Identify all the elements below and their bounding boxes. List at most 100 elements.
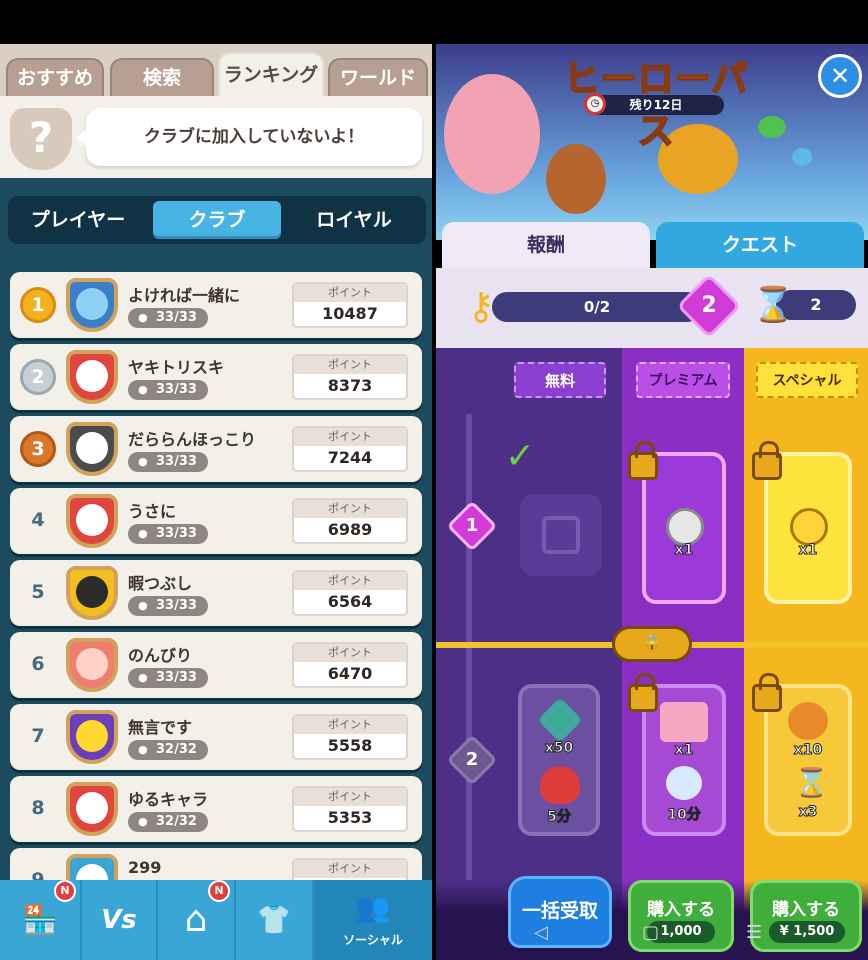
nav-versus[interactable]: Vs <box>82 880 158 960</box>
free-reward-qty: 5分 <box>547 809 572 826</box>
points-box: ポイント 8373 <box>292 354 408 400</box>
points-label: ポイント <box>294 572 406 590</box>
claim-all-button[interactable]: 一括受取 <box>508 876 612 948</box>
club-name: 無言です <box>128 718 193 737</box>
tab-quests[interactable]: クエスト <box>656 222 864 272</box>
points-value: 10487 <box>322 304 378 323</box>
lock-icon: 🔒 <box>642 633 662 652</box>
stopwatch-icon <box>666 508 704 546</box>
member-count: 33/33 <box>128 596 208 616</box>
member-count: 33/33 <box>128 380 208 400</box>
buy-special-button[interactable]: 購入する ¥ 1,500 <box>750 880 862 952</box>
ranking-row[interactable]: 7 無言です 32/32 ポイント 5558 <box>10 704 422 770</box>
club-name: 暇つぶし <box>128 574 193 593</box>
pass-tab-bar: 報酬 クエスト <box>436 222 868 272</box>
points-label: ポイント <box>294 428 406 446</box>
points-box: ポイント 7244 <box>292 426 408 472</box>
points-label: ポイント <box>294 860 406 878</box>
system-back-icon[interactable]: ◁ <box>534 922 548 943</box>
ranking-row[interactable]: 2 ヤキトリスキ 33/33 ポイント 8373 <box>10 344 422 410</box>
notification-badge: N <box>54 880 76 902</box>
emblem-mark <box>76 432 108 464</box>
points-value: 7244 <box>327 448 373 467</box>
segment-club[interactable]: クラブ <box>153 201 281 239</box>
club-emblem-icon <box>66 710 118 764</box>
rank-number: 5 <box>31 581 45 603</box>
rank-number: 1 <box>20 287 56 323</box>
points-value: 5353 <box>327 808 373 827</box>
free-reward-level-1[interactable] <box>520 494 602 576</box>
coin-stack-icon <box>788 702 828 740</box>
tab-world[interactable]: ワールド <box>328 58 428 96</box>
tab-rewards[interactable]: 報酬 <box>442 222 650 272</box>
special-reward-qty: x10 <box>793 742 823 759</box>
emblem-mark <box>76 720 108 752</box>
tab-recommended[interactable]: おすすめ <box>6 58 104 96</box>
heart-icon <box>540 766 580 804</box>
nav-home[interactable]: ⌂ N <box>158 880 236 960</box>
system-home-icon[interactable]: ▢ <box>642 922 659 943</box>
club-name: ヤキトリスキ <box>128 358 225 377</box>
premium-reward-qty: x1 <box>674 542 694 559</box>
club-emblem-icon <box>66 278 118 332</box>
member-count: 33/33 <box>128 524 208 544</box>
buy-premium-label: 購入する <box>647 900 715 920</box>
club-name: ゆるキャラ <box>128 790 209 809</box>
tab-search[interactable]: 検索 <box>110 58 214 96</box>
nav-closet[interactable]: 👕 <box>236 880 314 960</box>
ranking-row[interactable]: 8 ゆるキャラ 32/32 ポイント 5353 <box>10 776 422 842</box>
gem-icon <box>537 697 583 743</box>
club-emblem-icon <box>66 566 118 620</box>
points-box: ポイント 6989 <box>292 498 408 544</box>
points-box: ポイント 6564 <box>292 570 408 616</box>
points-box: ポイント 5558 <box>292 714 408 760</box>
free-reward-qty: x50 <box>544 740 574 757</box>
rank-number: 3 <box>20 431 56 467</box>
special-column-header: スペシャル <box>756 362 858 398</box>
ranking-type-switch: プレイヤー クラブ ロイヤル <box>8 196 426 244</box>
versus-icon: Vs <box>101 905 137 935</box>
ranking-row[interactable]: 1 よければ一緒に 33/33 ポイント 10487 <box>10 272 422 338</box>
next-level-number: 2 <box>701 293 717 318</box>
club-emblem-icon <box>66 422 118 476</box>
points-label: ポイント <box>294 500 406 518</box>
ranking-row[interactable]: 3 だららんほっこり 33/33 ポイント 7244 <box>10 416 422 482</box>
club-name: のんびり <box>128 646 193 665</box>
paw-icon <box>666 766 702 800</box>
premium-column-header: プレミアム <box>636 362 730 398</box>
home-icon: ⌂ <box>184 899 208 940</box>
ranking-row[interactable]: 5 暇つぶし 33/33 ポイント 6564 <box>10 560 422 626</box>
club-emblem-icon <box>66 782 118 836</box>
emblem-mark <box>76 792 108 824</box>
rank-number: 6 <box>31 653 45 675</box>
free-column-header: 無料 <box>514 362 606 398</box>
tab-ranking[interactable]: ランキング <box>218 52 324 96</box>
buy-special-label: 購入する <box>772 900 840 920</box>
nav-shop[interactable]: 🏪 N <box>0 880 82 960</box>
rank-number: 2 <box>20 359 56 395</box>
clock-icon: ◷ <box>584 93 606 115</box>
points-label: ポイント <box>294 716 406 734</box>
close-button[interactable]: ✕ <box>818 54 862 98</box>
remaining-time: 残り12日 <box>588 95 724 115</box>
bird-character <box>792 148 812 166</box>
member-count: 32/32 <box>128 812 208 832</box>
ranking-row[interactable]: 6 のんびり 33/33 ポイント 6470 <box>10 632 422 698</box>
segment-player[interactable]: プレイヤー <box>14 201 142 239</box>
system-menu-icon[interactable]: ☰ <box>746 922 762 943</box>
club-name: うさに <box>128 502 177 521</box>
question-shield-icon: ? <box>10 108 72 170</box>
rank-number: 7 <box>31 725 45 747</box>
close-icon: ✕ <box>829 62 851 90</box>
rank-number: 4 <box>31 509 45 531</box>
notification-badge: N <box>208 880 230 902</box>
premium-reward-qty: x1 <box>674 742 694 759</box>
special-reward-qty: x1 <box>798 542 818 559</box>
points-box: ポイント 5353 <box>292 786 408 832</box>
member-count: 33/33 <box>128 308 208 328</box>
ranking-row[interactable]: 4 うさに 33/33 ポイント 6989 <box>10 488 422 554</box>
pass-progress-bar: 0/2 <box>492 292 702 322</box>
segment-royal[interactable]: ロイヤル <box>290 201 418 239</box>
free-reward-level-2[interactable]: x50 5分 <box>518 684 600 836</box>
nav-social[interactable]: 👥 ソーシャル <box>314 880 432 960</box>
